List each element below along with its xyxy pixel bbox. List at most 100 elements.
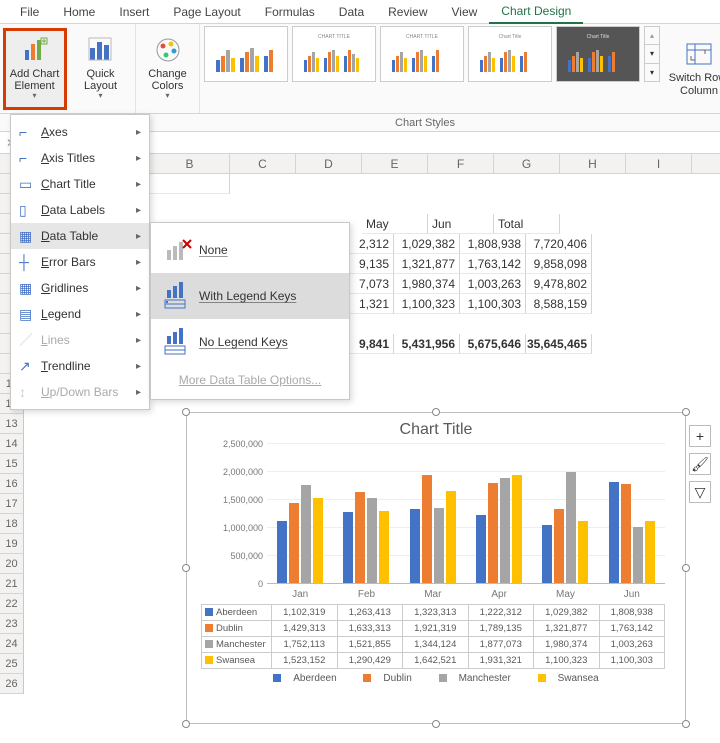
tab-insert[interactable]: Insert <box>107 1 161 23</box>
cell[interactable]: 35,645,465 <box>526 334 592 354</box>
menu-item-gridlines[interactable]: ▦Gridlines▸ <box>11 275 149 301</box>
chart-plot-area[interactable]: 2,500,000 2,000,000 1,500,000 1,000,000 … <box>267 443 665 583</box>
cell[interactable]: 9,135 <box>348 254 394 274</box>
col-header[interactable]: C <box>230 154 296 173</box>
cell[interactable]: 9,858,098 <box>526 254 592 274</box>
cell[interactable]: 9,841 <box>348 334 394 354</box>
change-colors-button[interactable]: Change Colors ▾ <box>136 28 200 109</box>
chart-style-thumb[interactable] <box>204 26 288 82</box>
cell[interactable]: 5,675,646 <box>460 334 526 354</box>
tab-formulas[interactable]: Formulas <box>253 1 327 23</box>
cell[interactable]: 9,478,802 <box>526 274 592 294</box>
add-chart-element-icon <box>21 36 49 64</box>
chart-style-thumb[interactable]: CHART TITLE <box>292 26 376 82</box>
row-header[interactable]: 19 <box>0 534 24 554</box>
cell[interactable]: 8,588,159 <box>526 294 592 314</box>
chart-styles-button[interactable]: 🖌 <box>689 453 711 475</box>
cell[interactable]: 1,980,374 <box>394 274 460 294</box>
row-header[interactable]: 17 <box>0 494 24 514</box>
tab-chart-design[interactable]: Chart Design <box>489 0 583 24</box>
row-header[interactable]: 18 <box>0 514 24 534</box>
row-header[interactable]: 23 <box>0 614 24 634</box>
chart-style-thumb[interactable]: Chart Title <box>556 26 640 82</box>
menu-item-data-labels[interactable]: ▯Data Labels▸ <box>11 197 149 223</box>
col-header[interactable]: D <box>296 154 362 173</box>
chart-style-thumb[interactable]: CHART TITLE <box>380 26 464 82</box>
cell[interactable]: Total <box>494 214 560 234</box>
cell[interactable]: 7,073 <box>348 274 394 294</box>
menu-item-error-bars[interactable]: ┼Error Bars▸ <box>11 249 149 275</box>
selection-handle[interactable] <box>432 408 440 416</box>
menu-item-chart-title[interactable]: ▭Chart Title▸ <box>11 171 149 197</box>
cell[interactable]: 1,321,877 <box>394 254 460 274</box>
cell[interactable]: 1,029,382 <box>394 234 460 254</box>
cell[interactable]: 1,100,303 <box>460 294 526 314</box>
col-header[interactable]: I <box>626 154 692 173</box>
menu-item-axis-titles[interactable]: ⌐Axis Titles▸ <box>11 145 149 171</box>
tab-page-layout[interactable]: Page Layout <box>161 1 252 23</box>
submenu-no-legend-keys[interactable]: No Legend Keys <box>151 319 349 365</box>
cell[interactable]: 1,763,142 <box>460 254 526 274</box>
embedded-chart[interactable]: + 🖌 ▽ Chart Title 2,500,000 2,000,000 1,… <box>186 412 686 724</box>
chart-filter-button[interactable]: ▽ <box>689 481 711 503</box>
cell[interactable]: 1,808,938 <box>460 234 526 254</box>
bar <box>476 515 486 583</box>
bar <box>379 511 389 583</box>
tab-view[interactable]: View <box>440 1 490 23</box>
cell[interactable]: 7,720,406 <box>526 234 592 254</box>
col-header[interactable]: J <box>692 154 720 173</box>
row-header[interactable]: 20 <box>0 554 24 574</box>
menu-item-trendline[interactable]: ↗Trendline▸ <box>11 353 149 379</box>
cell[interactable]: May <box>362 214 428 234</box>
add-chart-element-label: Add Chart Element <box>6 68 64 92</box>
tab-review[interactable]: Review <box>376 1 439 23</box>
submenu-with-legend-keys[interactable]: With Legend Keys <box>151 273 349 319</box>
submenu-none[interactable]: None <box>151 227 349 273</box>
row-header[interactable]: 25 <box>0 654 24 674</box>
tab-data[interactable]: Data <box>327 1 376 23</box>
tab-home[interactable]: Home <box>51 1 107 23</box>
quick-layout-button[interactable]: Quick Layout ▾ <box>69 28 133 110</box>
selection-handle[interactable] <box>682 720 690 728</box>
col-header[interactable]: G <box>494 154 560 173</box>
menu-item-axes[interactable]: ⌐Axes▸ <box>11 119 149 145</box>
gallery-up-icon[interactable]: ▴ <box>645 27 659 44</box>
selection-handle[interactable] <box>182 720 190 728</box>
selection-handle[interactable] <box>432 720 440 728</box>
row-header[interactable]: 15 <box>0 454 24 474</box>
selection-handle[interactable] <box>682 408 690 416</box>
col-header[interactable]: E <box>362 154 428 173</box>
col-header[interactable]: F <box>428 154 494 173</box>
row-header[interactable]: 13 <box>0 414 24 434</box>
row-header[interactable]: 14 <box>0 434 24 454</box>
row-header[interactable]: 22 <box>0 594 24 614</box>
col-header[interactable]: H <box>560 154 626 173</box>
no-legend-keys-icon <box>163 326 199 359</box>
cell[interactable]: 5,431,956 <box>394 334 460 354</box>
selection-handle[interactable] <box>182 564 190 572</box>
row-header[interactable]: 21 <box>0 574 24 594</box>
submenu-more-options[interactable]: More Data Table Options... <box>151 365 349 395</box>
switch-row-column-button[interactable]: Switch Row/ Column <box>667 28 720 109</box>
cell[interactable]: 2,312 <box>348 234 394 254</box>
chart-style-thumb[interactable]: Chart Title <box>468 26 552 82</box>
cell[interactable]: 1,321 <box>348 294 394 314</box>
row-header[interactable]: 16 <box>0 474 24 494</box>
selection-handle[interactable] <box>182 408 190 416</box>
chart-plus-button[interactable]: + <box>689 425 711 447</box>
menu-item-data-table[interactable]: ▦Data Table▸ <box>11 223 149 249</box>
col-header[interactable]: B <box>150 154 230 173</box>
cell[interactable]: 1,100,323 <box>394 294 460 314</box>
chart-styles-gallery[interactable]: CHART TITLE CHART TITLE Chart Title Char… <box>200 24 664 113</box>
gallery-down-icon[interactable]: ▾ <box>645 44 659 62</box>
gallery-more-icon[interactable]: ▾ <box>645 63 659 81</box>
cell[interactable]: Jun <box>428 214 494 234</box>
add-chart-element-button[interactable]: Add Chart Element ▾ <box>3 28 67 110</box>
chart-title[interactable]: Chart Title <box>187 421 685 439</box>
row-header[interactable]: 26 <box>0 674 24 694</box>
cell[interactable]: 1,003,263 <box>460 274 526 294</box>
selection-handle[interactable] <box>682 564 690 572</box>
menu-item-legend[interactable]: ▤Legend▸ <box>11 301 149 327</box>
row-header[interactable]: 24 <box>0 634 24 654</box>
tab-file[interactable]: File <box>8 1 51 23</box>
